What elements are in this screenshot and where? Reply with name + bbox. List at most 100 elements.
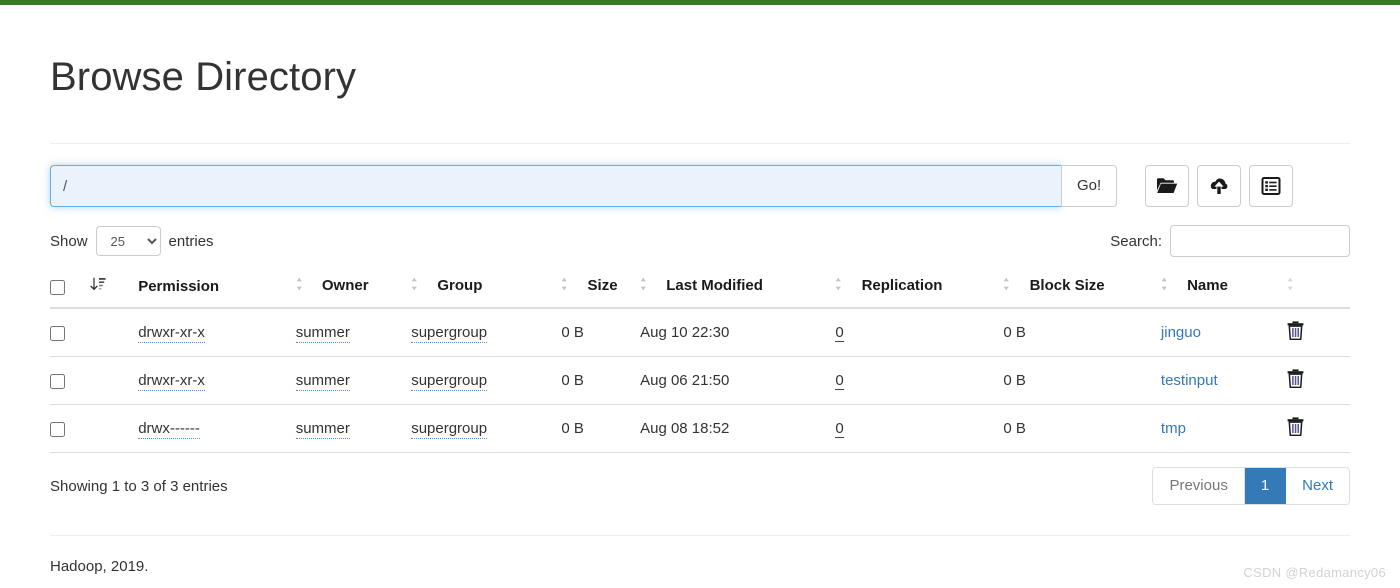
- row-spacer-cell: [89, 308, 139, 357]
- permission-link[interactable]: drwx------: [138, 420, 200, 439]
- cell-owner: summer: [295, 356, 412, 405]
- table-info: Showing 1 to 3 of 3 entries: [50, 477, 228, 495]
- search-input[interactable]: [1170, 225, 1350, 257]
- cell-replication: 0: [835, 404, 1004, 453]
- page-length-select[interactable]: 25: [95, 226, 161, 256]
- cell-actions: [1286, 356, 1350, 405]
- sort-icon: [1003, 277, 1015, 295]
- pagination-next[interactable]: Next: [1286, 468, 1349, 504]
- cell-block-size: 0 B: [1003, 404, 1161, 453]
- sort-icon: [561, 277, 573, 295]
- sort-icon: [835, 277, 847, 295]
- cell-group: supergroup: [411, 356, 562, 405]
- trash-icon: [1287, 417, 1304, 439]
- search-control: Search:: [1110, 225, 1350, 257]
- replication-link[interactable]: 0: [835, 420, 844, 438]
- column-block-size[interactable]: Block Size: [1003, 269, 1161, 309]
- cell-last-modified: Aug 08 18:52: [640, 404, 836, 453]
- group-link[interactable]: supergroup: [411, 372, 488, 391]
- cut-and-paste-button[interactable]: [1249, 165, 1294, 207]
- owner-link[interactable]: summer: [295, 420, 350, 439]
- cell-size: 0 B: [561, 404, 641, 453]
- page-container: Browse Directory Go!: [50, 55, 1350, 575]
- row-select-cell[interactable]: [50, 404, 90, 453]
- cell-last-modified: Aug 10 22:30: [640, 308, 836, 357]
- sort-icon: [1161, 277, 1173, 295]
- path-input-group: Go!: [50, 165, 1118, 207]
- row-spacer-cell: [89, 404, 139, 453]
- column-permission-label: Permission: [138, 278, 220, 295]
- cell-block-size: 0 B: [1003, 308, 1161, 357]
- folder-open-icon: [1156, 177, 1178, 195]
- delete-row-button[interactable]: [1287, 321, 1304, 341]
- upload-files-button[interactable]: [1197, 165, 1242, 207]
- permission-link[interactable]: drwxr-xr-x: [138, 372, 205, 391]
- search-label: Search:: [1110, 232, 1162, 250]
- pagination-page-1[interactable]: 1: [1244, 468, 1287, 504]
- table-head: Permission Owner Group Size Last Modifie…: [50, 269, 1350, 309]
- file-name-link[interactable]: tmp: [1161, 420, 1186, 437]
- sort-icon: [411, 277, 423, 295]
- column-replication-label: Replication: [861, 277, 943, 294]
- row-checkbox[interactable]: [50, 421, 65, 437]
- table-footer: Showing 1 to 3 of 3 entries Previous 1 N…: [50, 467, 1350, 505]
- cell-size: 0 B: [561, 356, 641, 405]
- pagination: Previous 1 Next: [1152, 467, 1350, 505]
- trash-icon: [1287, 369, 1304, 391]
- sort-icon: [296, 277, 308, 295]
- table-controls: Show 25 entries Search:: [50, 225, 1350, 257]
- cell-block-size: 0 B: [1003, 356, 1161, 405]
- column-permission[interactable]: Permission: [138, 269, 296, 309]
- pagination-previous[interactable]: Previous: [1153, 468, 1245, 504]
- column-size-label: Size: [587, 277, 618, 294]
- owner-link[interactable]: summer: [295, 324, 350, 343]
- path-action-buttons: [1145, 165, 1294, 207]
- file-name-link[interactable]: jinguo: [1161, 324, 1201, 341]
- column-group[interactable]: Group: [411, 269, 562, 309]
- cell-replication: 0: [835, 356, 1004, 405]
- owner-link[interactable]: summer: [295, 372, 350, 391]
- row-checkbox[interactable]: [50, 373, 65, 389]
- cloud-upload-icon: [1208, 177, 1230, 195]
- cell-group: supergroup: [411, 404, 562, 453]
- file-name-link[interactable]: testinput: [1161, 372, 1218, 389]
- row-select-cell[interactable]: [50, 356, 90, 405]
- list-alt-icon: [1261, 177, 1281, 195]
- footer-text: Hadoop, 2019.: [50, 558, 149, 575]
- column-name[interactable]: Name: [1160, 269, 1287, 309]
- group-link[interactable]: supergroup: [411, 324, 488, 343]
- cell-size: 0 B: [561, 308, 641, 357]
- row-spacer-cell: [89, 356, 139, 405]
- sort-indicator-header[interactable]: [89, 269, 139, 309]
- show-label: Show: [50, 232, 88, 250]
- permission-link[interactable]: drwxr-xr-x: [138, 324, 205, 343]
- group-link[interactable]: supergroup: [411, 420, 488, 439]
- title-divider: [50, 143, 1350, 144]
- column-last-modified[interactable]: Last Modified: [640, 269, 836, 309]
- entries-label: entries: [168, 232, 214, 250]
- path-input[interactable]: [50, 165, 1061, 207]
- row-checkbox[interactable]: [50, 325, 65, 341]
- column-block-size-label: Block Size: [1029, 277, 1105, 294]
- cell-owner: summer: [295, 404, 412, 453]
- column-name-label: Name: [1187, 277, 1228, 294]
- column-actions: [1286, 269, 1350, 309]
- column-group-label: Group: [437, 277, 483, 294]
- delete-row-button[interactable]: [1287, 369, 1304, 391]
- replication-link[interactable]: 0: [835, 324, 844, 342]
- create-directory-button[interactable]: [1145, 165, 1190, 207]
- column-owner[interactable]: Owner: [295, 269, 412, 309]
- select-all-checkbox[interactable]: [50, 279, 65, 295]
- cell-replication: 0: [835, 308, 1004, 357]
- table-body: drwxr-xr-x summer supergroup 0 B Aug 10 …: [50, 308, 1350, 453]
- cell-last-modified: Aug 06 21:50: [640, 356, 836, 405]
- column-size[interactable]: Size: [561, 269, 641, 309]
- row-select-cell[interactable]: [50, 308, 90, 357]
- page-title: Browse Directory: [50, 55, 357, 99]
- go-button[interactable]: Go!: [1061, 165, 1118, 207]
- column-replication[interactable]: Replication: [835, 269, 1004, 309]
- cell-name: jinguo: [1160, 308, 1287, 357]
- replication-link[interactable]: 0: [835, 372, 844, 390]
- delete-row-button[interactable]: [1287, 417, 1304, 439]
- select-all-header[interactable]: [50, 269, 90, 309]
